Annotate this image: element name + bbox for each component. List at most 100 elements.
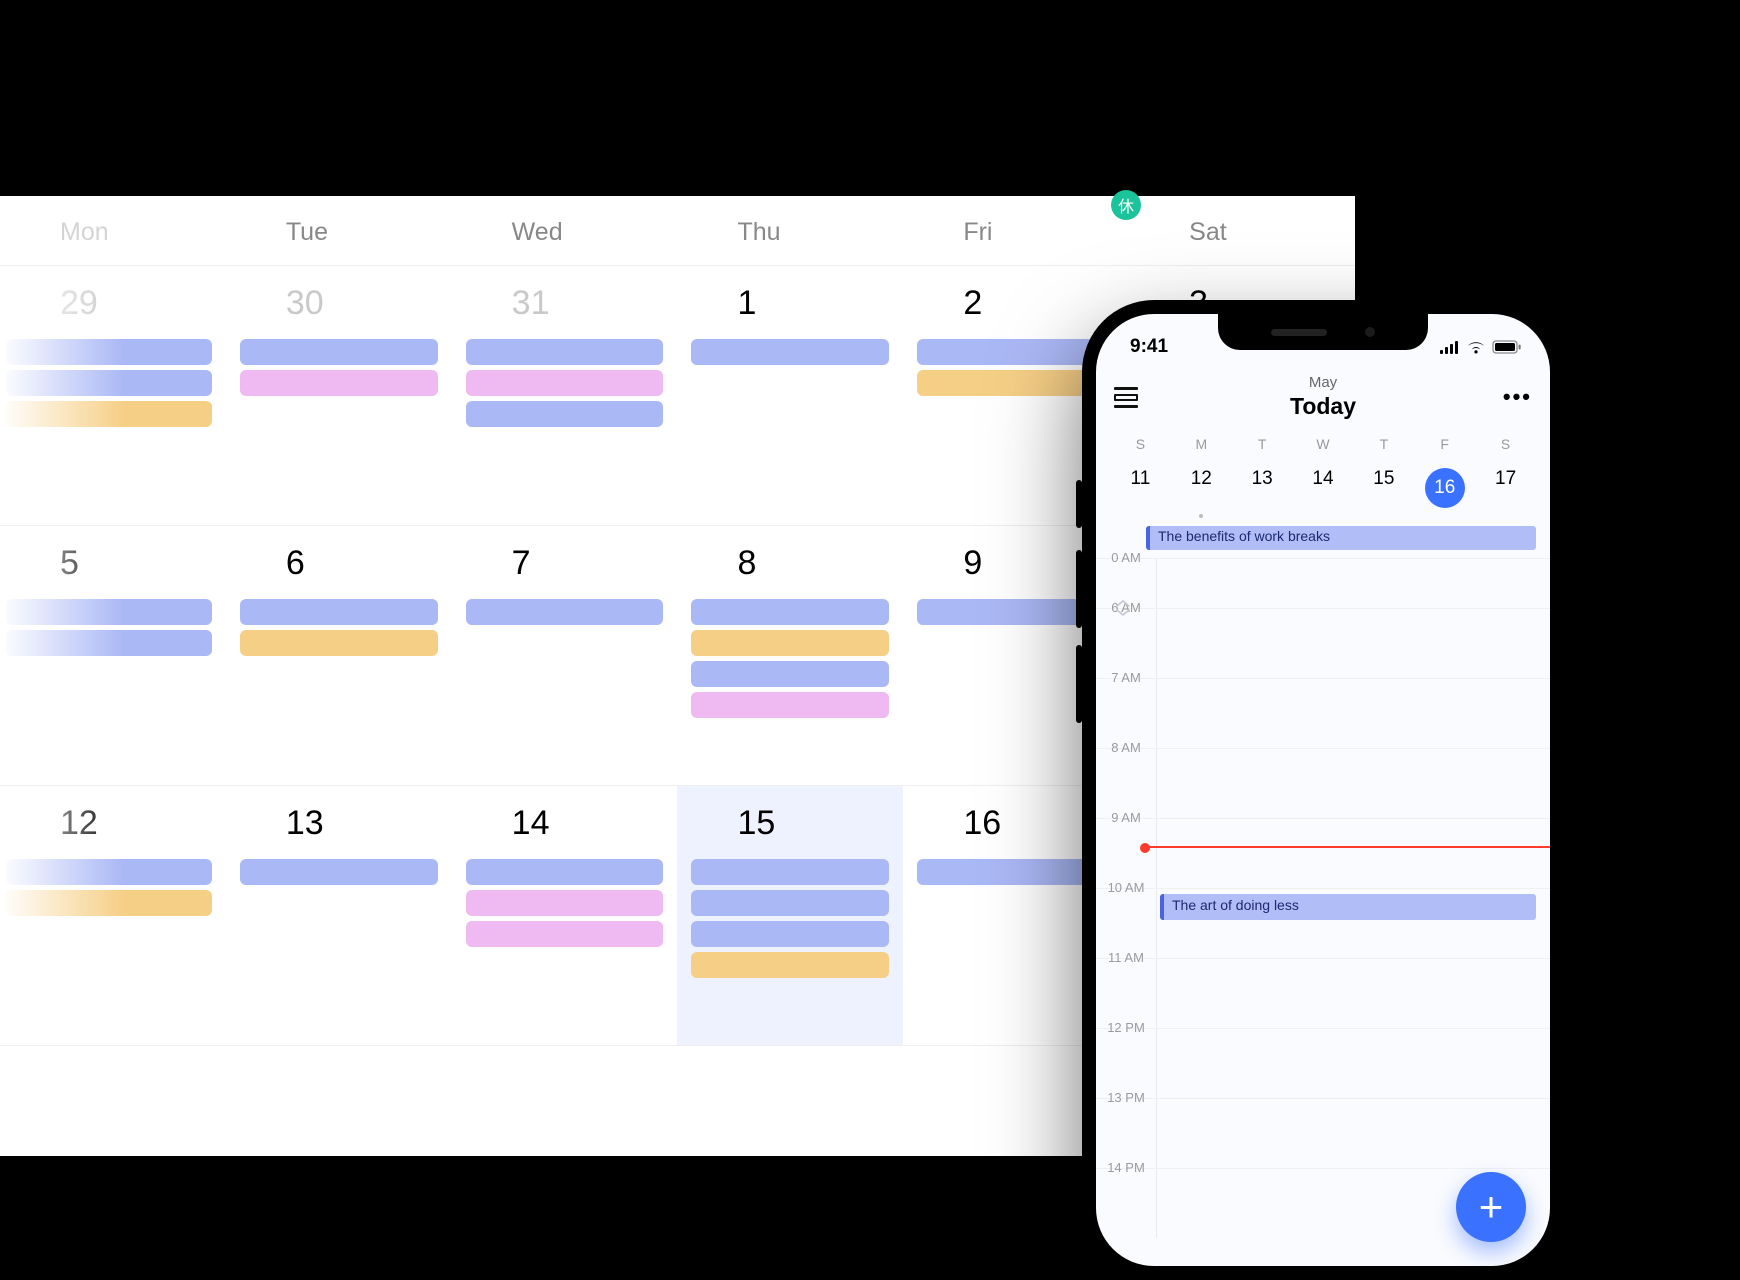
- desktop-event-bar[interactable]: [466, 599, 664, 625]
- desktop-weekday: Sat: [1129, 218, 1355, 247]
- desktop-day-number: 2: [909, 284, 1123, 323]
- phone-hour-label: 9 AM: [1096, 810, 1156, 825]
- view-switch-icon[interactable]: [1114, 387, 1166, 408]
- phone-power-button: [1564, 570, 1570, 680]
- desktop-event-bar[interactable]: [691, 890, 889, 916]
- phone-weekday: M: [1171, 430, 1232, 458]
- desktop-event-bar[interactable]: [691, 661, 889, 687]
- desktop-event-bar[interactable]: [240, 339, 438, 365]
- desktop-day-cell[interactable]: 15: [677, 786, 903, 1046]
- wifi-icon: [1466, 340, 1486, 354]
- desktop-event-bar[interactable]: [240, 370, 438, 396]
- add-event-fab[interactable]: +: [1456, 1172, 1526, 1242]
- battery-icon: [1492, 340, 1522, 354]
- desktop-event-bar[interactable]: [691, 921, 889, 947]
- desktop-event-bar[interactable]: [6, 370, 212, 396]
- desktop-day-cell[interactable]: 1: [677, 266, 903, 526]
- desktop-day-number: 14: [458, 804, 672, 843]
- phone-screen: 9:41 May Today ••• SMTWTFS 1112: [1096, 314, 1550, 1266]
- desktop-event-bar[interactable]: [6, 401, 212, 427]
- desktop-day-number: 31: [458, 284, 672, 323]
- desktop-weekday: Tue: [226, 218, 452, 247]
- desktop-day-cell[interactable]: 7: [452, 526, 678, 786]
- phone-hour-row: 6 AM: [1096, 608, 1550, 678]
- phone-hour-row: 11 AM: [1096, 958, 1550, 1028]
- desktop-day-cell[interactable]: 29: [0, 266, 226, 526]
- desktop-event-bar[interactable]: [466, 921, 664, 947]
- phone-title: Today: [1166, 393, 1480, 420]
- phone-timeline[interactable]: 0 AM6 AM7 AM8 AM9 AM10 AM11 AM12 PM13 PM…: [1096, 558, 1550, 1238]
- desktop-weekday-row: MonTueWedThuFriSat休: [0, 196, 1355, 266]
- desktop-event-bar[interactable]: [240, 630, 438, 656]
- desktop-day-cell[interactable]: 8: [677, 526, 903, 786]
- desktop-day-number: 8: [683, 544, 897, 583]
- desktop-event-bar[interactable]: [240, 599, 438, 625]
- desktop-event-bar[interactable]: [6, 890, 212, 916]
- phone-hour-label: 0 AM: [1096, 550, 1156, 565]
- phone-date-cell[interactable]: 14: [1293, 458, 1354, 522]
- phone-date-cell[interactable]: 16: [1414, 458, 1475, 522]
- phone-volume-up: [1076, 550, 1082, 628]
- desktop-day-cell[interactable]: 12: [0, 786, 226, 1046]
- desktop-event-bar[interactable]: [691, 630, 889, 656]
- desktop-event-bar[interactable]: [691, 599, 889, 625]
- phone-date-row: 11121314151617: [1096, 458, 1550, 522]
- desktop-weekday: Thu: [677, 218, 903, 247]
- phone-timed-event[interactable]: The art of doing less: [1160, 894, 1536, 920]
- phone-hour-label: 12 PM: [1096, 1020, 1156, 1035]
- phone-date-cell[interactable]: 15: [1353, 458, 1414, 522]
- phone-date-cell[interactable]: 11: [1110, 458, 1171, 522]
- phone-month-label: May: [1166, 374, 1480, 391]
- phone-allday-event[interactable]: The benefits of work breaks: [1146, 526, 1536, 550]
- desktop-event-bar[interactable]: [466, 859, 664, 885]
- desktop-event-bar[interactable]: [466, 339, 664, 365]
- phone-hour-row: 9 AM: [1096, 818, 1550, 888]
- phone-weekday: T: [1232, 430, 1293, 458]
- desktop-day-cell[interactable]: 13: [226, 786, 452, 1046]
- phone-header: May Today •••: [1096, 368, 1550, 430]
- phone-frame: 9:41 May Today ••• SMTWTFS 1112: [1082, 300, 1564, 1280]
- phone-silence-switch: [1076, 480, 1082, 528]
- phone-hour-label: 10 AM: [1096, 880, 1156, 895]
- desktop-event-bar[interactable]: [691, 339, 889, 365]
- desktop-day-cell[interactable]: 6: [226, 526, 452, 786]
- phone-hour-row: 13 PM: [1096, 1098, 1550, 1168]
- desktop-day-cell[interactable]: 31: [452, 266, 678, 526]
- phone-hour-label: 13 PM: [1096, 1090, 1156, 1105]
- holiday-badge-icon: 休: [1111, 190, 1141, 220]
- desktop-event-bar[interactable]: [691, 952, 889, 978]
- desktop-event-bar[interactable]: [466, 890, 664, 916]
- desktop-event-bar[interactable]: [691, 692, 889, 718]
- current-time-indicator: [1146, 846, 1550, 848]
- desktop-day-number: 15: [683, 804, 897, 843]
- desktop-event-bar[interactable]: [466, 370, 664, 396]
- desktop-event-bar[interactable]: [6, 339, 212, 365]
- desktop-day-number: 29: [6, 284, 220, 323]
- phone-date-cell[interactable]: 13: [1232, 458, 1293, 522]
- desktop-event-bar[interactable]: [466, 401, 664, 427]
- desktop-day-cell[interactable]: 14: [452, 786, 678, 1046]
- desktop-day-cell[interactable]: 5: [0, 526, 226, 786]
- phone-hour-row: 7 AM: [1096, 678, 1550, 748]
- timeline-collapse-handle-icon[interactable]: [1110, 599, 1136, 617]
- phone-date-cell[interactable]: 17: [1475, 458, 1536, 522]
- signal-icon: [1440, 341, 1460, 354]
- phone-weekday: S: [1110, 430, 1171, 458]
- more-icon[interactable]: •••: [1480, 384, 1532, 410]
- desktop-day-number: 7: [458, 544, 672, 583]
- desktop-weekday: Fri: [903, 218, 1129, 247]
- desktop-day-number: 30: [232, 284, 446, 323]
- desktop-weekday: Mon: [0, 218, 226, 247]
- desktop-event-bar[interactable]: [240, 859, 438, 885]
- desktop-day-number: 6: [232, 544, 446, 583]
- desktop-event-bar[interactable]: [691, 859, 889, 885]
- desktop-day-number: 13: [232, 804, 446, 843]
- phone-hour-row: 12 PM: [1096, 1028, 1550, 1098]
- desktop-event-bar[interactable]: [6, 630, 212, 656]
- desktop-event-bar[interactable]: [6, 599, 212, 625]
- phone-weekday-row: SMTWTFS: [1096, 430, 1550, 458]
- desktop-day-number: 1: [683, 284, 897, 323]
- phone-date-cell[interactable]: 12: [1171, 458, 1232, 522]
- desktop-day-cell[interactable]: 30: [226, 266, 452, 526]
- desktop-event-bar[interactable]: [6, 859, 212, 885]
